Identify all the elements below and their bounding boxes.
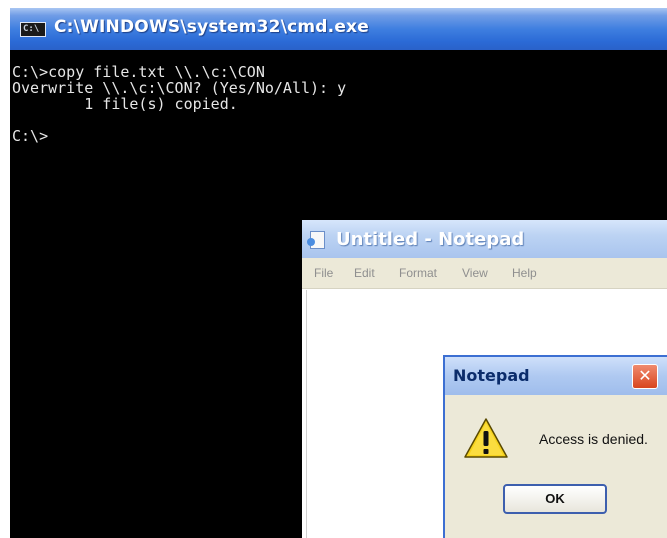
close-icon[interactable]: ✕ <box>632 364 658 389</box>
cmd-titlebar[interactable]: C:\ C:\WINDOWS\system32\cmd.exe <box>10 8 667 50</box>
dialog-titlebar[interactable]: Notepad ✕ <box>445 357 667 395</box>
menu-help[interactable]: Help <box>512 266 537 280</box>
console-output[interactable]: C:\>copy file.txt \\.\c:\CON Overwrite \… <box>10 64 346 144</box>
menu-file[interactable]: File <box>314 266 333 280</box>
notepad-titlebar[interactable]: Untitled - Notepad <box>302 220 667 258</box>
notepad-window-title: Untitled - Notepad <box>336 229 525 250</box>
console-prompt: C:\> <box>12 127 49 145</box>
menu-view[interactable]: View <box>462 266 488 280</box>
ok-button[interactable]: OK <box>503 484 607 514</box>
warning-icon <box>464 418 508 458</box>
menu-edit[interactable]: Edit <box>354 266 375 280</box>
console-icon[interactable]: C:\ <box>20 22 46 37</box>
notepad-icon <box>307 231 325 249</box>
access-denied-dialog[interactable]: Notepad ✕ Access is denied. OK <box>443 355 667 538</box>
cmd-window-title: C:\WINDOWS\system32\cmd.exe <box>54 17 369 37</box>
dialog-title: Notepad <box>453 366 530 385</box>
console-line: 1 file(s) copied. <box>12 95 238 113</box>
menu-format[interactable]: Format <box>399 266 437 280</box>
notepad-menubar: File Edit Format View Help <box>302 258 667 289</box>
dialog-message: Access is denied. <box>539 431 648 447</box>
